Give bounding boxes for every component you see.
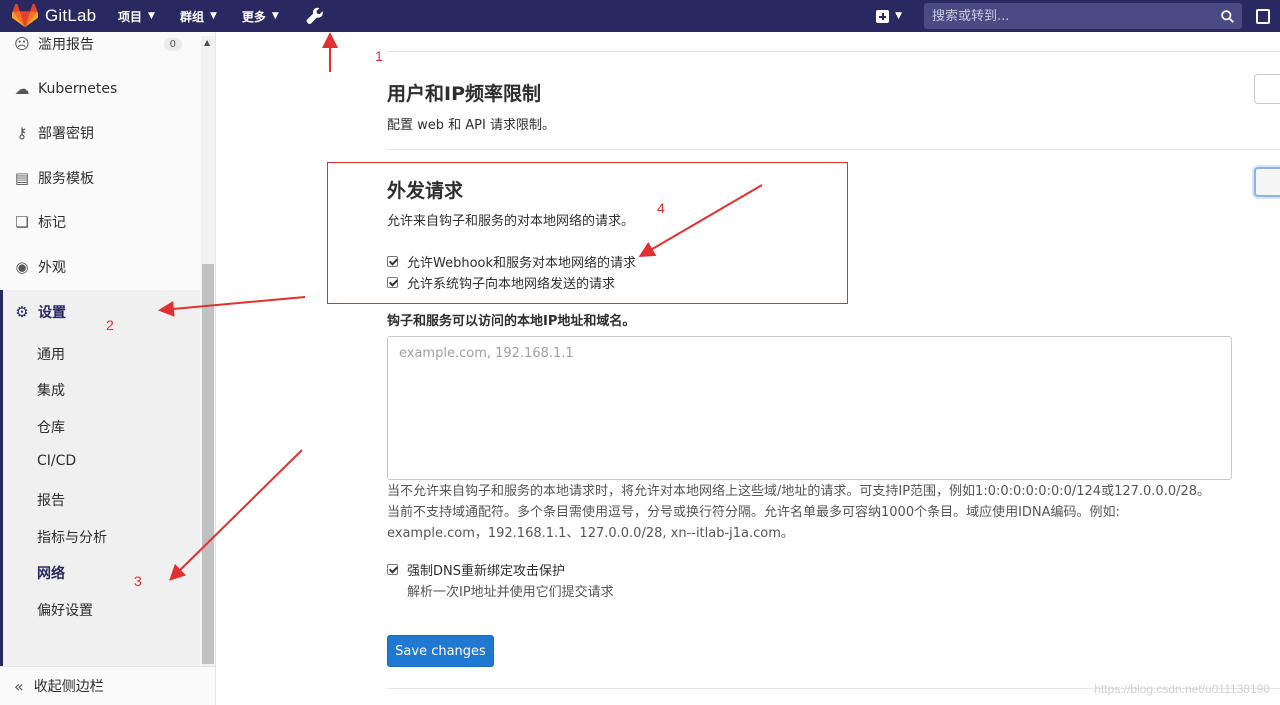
expand-rate-limits-button[interactable]: [1254, 74, 1280, 104]
section-desc-rate-limits: 配置 web 和 API 请求限制。: [387, 118, 555, 133]
navbar-right: ▼: [876, 0, 1280, 32]
chevron-down-icon: ▼: [271, 11, 279, 21]
count-badge: 0: [163, 37, 182, 51]
sidebar-item-label: 服务模板: [38, 171, 94, 187]
double-chevron-left-icon: «: [14, 676, 24, 696]
checkbox-label: 强制DNS重新绑定攻击保护: [407, 564, 565, 579]
sidebar-item-labels[interactable]: ❏ 标记: [0, 200, 200, 244]
annotation-number: 4: [657, 200, 665, 216]
search-box: [924, 3, 1242, 29]
help-line: 当前不支持域通配符。多个条目需使用逗号，分号或换行符分隔。允许名单最多可容纳10…: [387, 505, 1120, 520]
annotation-number: 2: [106, 317, 114, 333]
watermark: https://blog.csdn.net/u011138190: [1094, 682, 1270, 696]
annotation-number: 3: [134, 573, 142, 589]
todos-icon[interactable]: [1256, 8, 1270, 24]
collapse-outbound-button[interactable]: [1254, 167, 1280, 197]
sidebar-item-abuse-reports[interactable]: ☹ 滥用报告 0: [0, 22, 200, 66]
kubernetes-icon: ☁: [14, 80, 30, 98]
sidebar-item-deploy-keys[interactable]: ⚷ 部署密钥: [0, 111, 200, 155]
chevron-down-icon: ▼: [209, 11, 217, 21]
collapse-sidebar-label: 收起侧边栏: [33, 679, 104, 695]
allowlist-label: 钩子和服务可以访问的本地IP地址和域名。: [387, 314, 636, 329]
collapse-sidebar-button[interactable]: « 收起侧边栏: [0, 666, 216, 705]
settings-main: 用户和IP频率限制 配置 web 和 API 请求限制。 外发请求 允许来自钩子…: [217, 32, 1280, 705]
label-icon: ❏: [15, 213, 29, 231]
palette-icon: ◉: [15, 258, 29, 276]
template-icon: ▤: [14, 169, 30, 187]
checkbox-checked[interactable]: [387, 564, 398, 575]
dns-rebinding-checkbox[interactable]: 强制DNS重新绑定攻击保护: [387, 560, 565, 579]
allowlist-help: 当不允许来自钩子和服务的本地请求时，将允许对本地网络上这些域/地址的请求。可支持…: [387, 481, 1267, 544]
sidebar-item-settings[interactable]: ⚙ 设置: [0, 290, 200, 334]
sidebar-item-label: 滥用报告: [38, 37, 94, 53]
sidebar-item-label: 标记: [38, 215, 66, 231]
scroll-thumb[interactable]: [202, 264, 214, 664]
admin-sidebar: ☹ 滥用报告 0 ☁ Kubernetes ⚷ 部署密钥 ▤ 服务模板 ❏ 标记…: [0, 32, 216, 705]
help-line: example.com，192.168.1.1、127.0.0.0/28, xn…: [387, 526, 794, 541]
sidebar-sub-ci-cd[interactable]: CI/CD: [37, 453, 76, 469]
save-changes-button[interactable]: Save changes: [387, 635, 494, 667]
allowlist-textarea[interactable]: [387, 336, 1232, 480]
nav-more-menu[interactable]: 更多 ▼: [242, 8, 279, 25]
sidebar-item-label: 设置: [38, 305, 66, 321]
sidebar-item-appearance[interactable]: ◉ 外观: [0, 245, 200, 289]
gear-icon: ⚙: [15, 303, 29, 321]
divider: [387, 51, 1280, 52]
annotation-highlight-box: [327, 162, 848, 304]
plus-square-icon: [876, 9, 890, 23]
sidebar-item-label: 外观: [38, 260, 66, 276]
sidebar-item-label: 部署密钥: [38, 126, 94, 142]
sidebar-sub-network[interactable]: 网络: [37, 563, 65, 583]
chevron-down-icon: ▼: [895, 11, 902, 21]
nav-more-label: 更多: [241, 9, 266, 24]
annotation-number: 1: [375, 48, 383, 64]
sidebar-scrollbar[interactable]: ▲: [201, 36, 215, 666]
sidebar-item-kubernetes[interactable]: ☁ Kubernetes: [0, 67, 200, 111]
help-line: 当不允许来自钩子和服务的本地请求时，将允许对本地网络上这些域/地址的请求。可支持…: [387, 484, 1211, 499]
sidebar-sub-metrics[interactable]: 指标与分析: [37, 527, 107, 547]
sidebar-sub-preferences[interactable]: 偏好设置: [37, 600, 93, 620]
divider: [387, 149, 1280, 150]
search-input[interactable]: [932, 8, 1202, 24]
sidebar-item-label: Kubernetes: [38, 81, 118, 97]
admin-area-link[interactable]: [306, 7, 324, 25]
search-icon: [1221, 9, 1234, 23]
sidebar-sub-repository[interactable]: 仓库: [37, 417, 65, 437]
section-title-rate-limits: 用户和IP频率限制: [387, 83, 541, 105]
dns-help: 解析一次IP地址并使用它们提交请求: [407, 585, 614, 600]
chevron-down-icon: ▼: [148, 11, 155, 21]
sidebar-item-service-templates[interactable]: ▤ 服务模板: [0, 156, 200, 200]
sidebar-sub-general[interactable]: 通用: [37, 344, 65, 364]
scroll-up-arrow-icon[interactable]: ▲: [204, 38, 210, 47]
key-icon: ⚷: [16, 124, 28, 142]
sidebar-sub-integrations[interactable]: 集成: [37, 380, 65, 400]
sidebar-sub-reports[interactable]: 报告: [37, 490, 65, 510]
wrench-icon: [306, 7, 323, 25]
abuse-report-icon: ☹: [14, 35, 30, 53]
new-dropdown-button[interactable]: ▼: [876, 9, 902, 23]
settings-group: [0, 290, 200, 666]
